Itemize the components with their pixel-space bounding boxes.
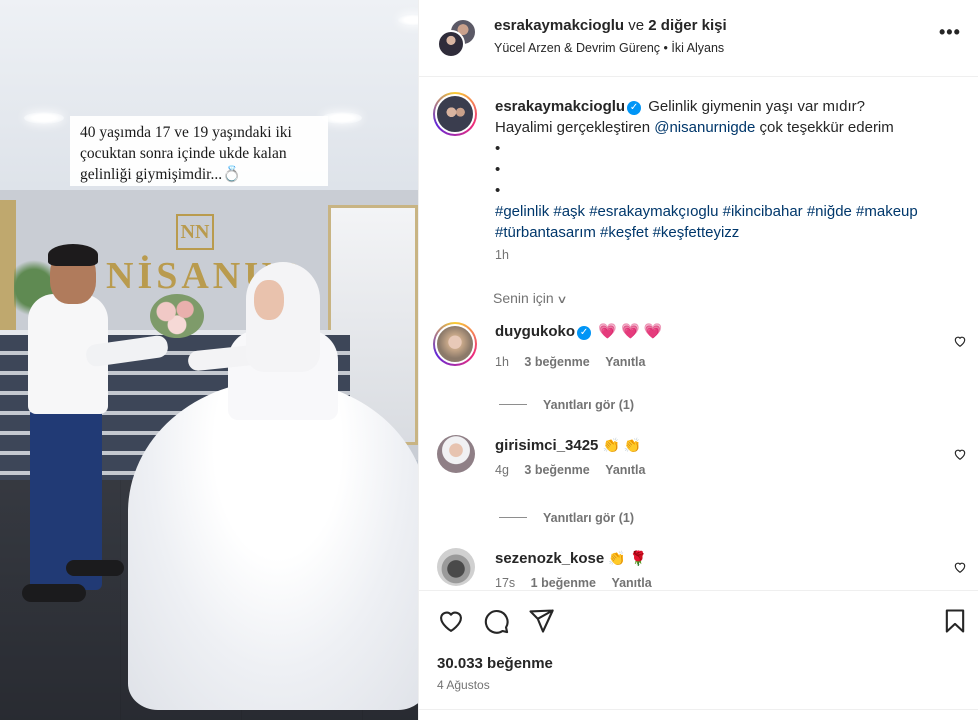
caption: esrakaymakcioglu ✓ Gelinlik giymenin yaşı… — [495, 96, 965, 243]
sort-label: Senin için — [493, 290, 554, 306]
caption-bullet: • — [495, 182, 501, 199]
post-date[interactable]: 4 Ağustos — [437, 678, 490, 692]
reply-button[interactable]: Yanıtla — [605, 463, 645, 477]
caption-line1: Gelinlik giymenin yaşı var mıdır? — [648, 98, 865, 115]
caption-line2-suffix: çok teşekkür ederim — [759, 119, 894, 136]
wedding-dress — [128, 380, 418, 710]
caption-avatar[interactable] — [433, 92, 477, 136]
shoe — [22, 584, 86, 602]
verified-badge-icon: ✓ — [627, 101, 642, 115]
store-logo-mark: NN — [176, 214, 214, 250]
collab-avatars[interactable] — [437, 18, 479, 58]
audio-link[interactable]: Yücel Arzen & Devrim Gürenç • İki Alyans — [494, 41, 724, 55]
header-authors: esrakaymakcioglu ve 2 diğer kişi — [494, 17, 727, 34]
comment-meta: 4g 3 beğenme Yanıtla — [495, 463, 645, 477]
divider — [419, 709, 978, 710]
more-options-icon[interactable]: ••• — [939, 22, 961, 43]
reply-button[interactable]: Yanıtla — [605, 355, 645, 369]
hashtags-line[interactable]: #gelinlik #aşk #esrakaymakçıoglu #ikinci… — [495, 203, 918, 220]
others-link[interactable]: 2 diğer kişi — [648, 17, 726, 34]
caption-bullet: • — [495, 161, 501, 178]
commenter-avatar[interactable] — [433, 322, 477, 366]
ceiling-lamp — [322, 112, 362, 124]
bride-face — [254, 280, 284, 320]
post-side-panel: esrakaymakcioglu ve 2 diğer kişi Yücel A… — [418, 0, 978, 720]
comment: duygukoko ✓ 💗 💗 💗 1h 3 beğenme Yanıtla Ya… — [419, 322, 978, 412]
comment-text: 💗 💗 💗 — [598, 323, 663, 340]
overlay-line: gelinliği giymişimdir...💍 — [80, 166, 242, 183]
man-hair — [48, 244, 98, 266]
mention-link[interactable]: @nisanurnigde — [654, 119, 755, 136]
comment-likes[interactable]: 3 beğenme — [524, 463, 589, 477]
like-comment-heart-icon[interactable] — [953, 334, 967, 348]
see-replies-label: Yanıtları gör (1) — [543, 398, 634, 412]
chevron-down-icon: ∨ — [556, 294, 568, 306]
bouquet — [150, 294, 204, 338]
caption-line2-prefix: Hayalimi gerçekleştiren — [495, 119, 651, 136]
comment-likes[interactable]: 1 beğenme — [531, 576, 596, 590]
post-media[interactable]: NN NİSANUR 40 yaşımda 17 ve 19 yaşındaki… — [0, 0, 418, 720]
image-text-overlay: 40 yaşımda 17 ve 19 yaşındaki iki çocukt… — [70, 116, 328, 186]
comment-meta: 17s 1 beğenme Yanıtla — [495, 576, 652, 590]
comments-scroll[interactable]: esrakaymakcioglu ✓ Gelinlik giymenin yaşı… — [419, 78, 978, 590]
hashtags-line[interactable]: #türbantasarım #keşfet #keşfetteyizz — [495, 224, 739, 241]
caption-bullet: • — [495, 140, 501, 157]
overlay-line: 40 yaşımda 17 ve 19 yaşındaki iki — [80, 124, 292, 141]
overlay-line: çocuktan sonra içinde ukde kalan — [80, 145, 287, 162]
see-replies-button[interactable]: Yanıtları gör (1) — [499, 398, 634, 412]
likes-count[interactable]: 30.033 beğenme — [437, 655, 553, 672]
comment-body: sezenozk_kose 👏 🌹 — [495, 548, 647, 569]
commenter-avatar[interactable] — [437, 548, 475, 586]
comment-likes[interactable]: 3 beğenme — [524, 355, 589, 369]
caption-time[interactable]: 1h — [495, 248, 509, 262]
post-actions: 30.033 beğenme 4 Ağustos — [419, 590, 978, 720]
like-heart-icon[interactable] — [437, 607, 465, 635]
comment: girisimci_3425 👏 👏 4g 3 beğenme Yanıtla … — [419, 435, 978, 525]
see-replies-label: Yanıtları gör (1) — [543, 511, 634, 525]
comment-body: duygukoko ✓ 💗 💗 💗 — [495, 322, 663, 342]
comment: sezenozk_kose 👏 🌹 17s 1 beğenme Yanıtla — [419, 548, 978, 590]
commenter-username[interactable]: girisimci_3425 — [495, 437, 598, 454]
bride-veil — [246, 262, 320, 372]
author-username[interactable]: esrakaymakcioglu — [494, 17, 624, 34]
shoe — [66, 560, 124, 576]
comment-bubble-icon[interactable] — [482, 607, 510, 635]
reply-button[interactable]: Yanıtla — [611, 576, 651, 590]
replies-line — [499, 517, 527, 518]
caption-username[interactable]: esrakaymakcioglu — [495, 98, 625, 115]
comment-time[interactable]: 1h — [495, 355, 509, 369]
ceiling-lamp — [24, 112, 64, 124]
like-comment-heart-icon[interactable] — [953, 447, 967, 461]
avatar[interactable] — [437, 30, 465, 58]
save-bookmark-icon[interactable] — [941, 607, 969, 635]
comment-sort-dropdown[interactable]: Senin için ∨ — [493, 290, 568, 306]
comment-body: girisimci_3425 👏 👏 — [495, 435, 641, 456]
share-send-icon[interactable] — [527, 607, 555, 635]
and-text: ve — [628, 17, 645, 34]
replies-line — [499, 404, 527, 405]
commenter-avatar[interactable] — [437, 435, 475, 473]
commenter-username[interactable]: duygukoko — [495, 323, 575, 340]
verified-badge-icon: ✓ — [577, 326, 592, 340]
commenter-username[interactable]: sezenozk_kose — [495, 550, 604, 567]
post-header: esrakaymakcioglu ve 2 diğer kişi Yücel A… — [419, 0, 978, 77]
comment-meta: 1h 3 beğenme Yanıtla — [495, 355, 645, 369]
comment-text: 👏 👏 — [602, 437, 642, 453]
see-replies-button[interactable]: Yanıtları gör (1) — [499, 511, 634, 525]
comment-text: 👏 🌹 — [608, 550, 648, 566]
like-comment-heart-icon[interactable] — [953, 560, 967, 574]
comment-time[interactable]: 4g — [495, 463, 509, 477]
comment-time[interactable]: 17s — [495, 576, 515, 590]
